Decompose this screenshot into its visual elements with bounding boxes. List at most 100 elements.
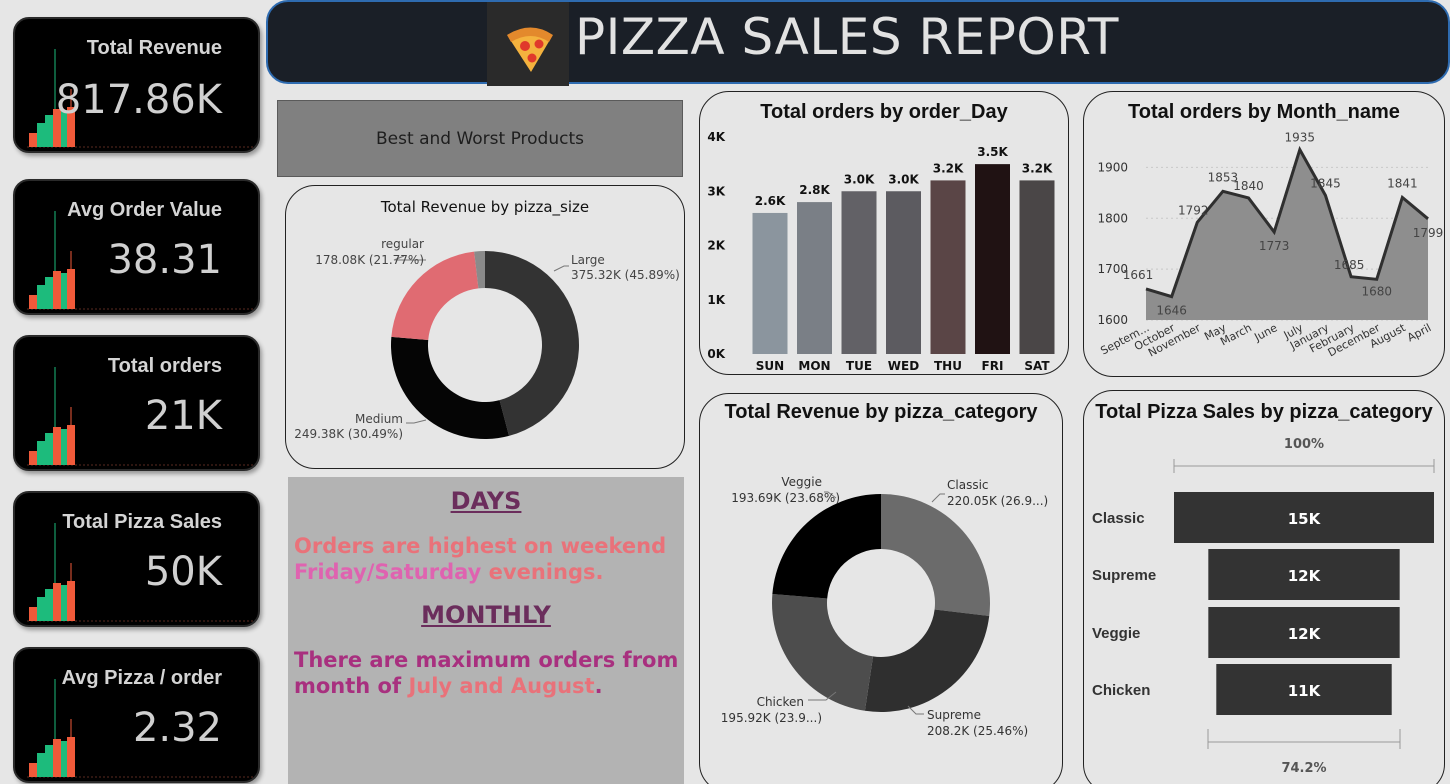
point-data-label: 1840 [1233,179,1264,193]
sparkline-candle [29,763,37,777]
report-header: PIZZA SALES REPORT [266,0,1450,86]
donut-slice[interactable] [772,593,874,711]
sparkline-candle [29,451,37,465]
bar[interactable] [975,164,1010,354]
days-insight-text: Orders are highest on weekend Friday/Sat… [294,533,680,585]
best-worst-products-button[interactable]: Best and Worst Products [277,100,683,177]
funnel-bottom-label: 74.2% [1281,761,1326,776]
monthly-insight-text: There are maximum orders from month of J… [294,647,680,699]
donut-slice[interactable] [772,494,881,599]
kpi-card-total-revenue[interactable]: Total Revenue 817.86K [13,17,260,153]
orders-by-day-panel: Total orders by order_Day 0K 1K 2K 3K 4K 2.6K… [699,91,1069,375]
monthly-heading: MONTHLY [421,601,551,629]
donut-slice[interactable] [391,336,510,439]
x-tick-label: THU [934,359,962,373]
bar-data-label: 3.2K [1022,161,1053,175]
sparkline-candle [45,589,53,621]
slice-name-label: Chicken [757,695,804,709]
x-tick-label: FRI [982,359,1004,373]
x-tick-label: WED [888,359,919,373]
y-tick-label: 0K [707,347,725,361]
slice-value-label: 220.05K (26.9...) [947,494,1048,508]
sparkline-candle [67,581,75,621]
slice-value-label: 193.69K (23.68%) [731,491,840,505]
orders-by-day-bar-chart: 0K 1K 2K 3K 4K 2.6K SUN 2.8K MON 3.0K TUE 3.0K WED 3.… [707,130,1055,373]
bar[interactable] [930,180,966,354]
funnel-bar-label: 15K [1288,510,1322,528]
sparkline-candle [61,585,67,621]
donut-slice[interactable] [864,609,990,712]
kpi-card-avg-order-value[interactable]: Avg Order Value 38.31 [13,179,260,315]
bar[interactable] [886,191,921,354]
pizza-sales-by-category-panel: Total Pizza Sales by pizza_category 100%… [1083,390,1445,784]
bar-data-label: 2.8K [799,183,830,197]
pizza-icon [487,2,569,86]
slice-name-label: Classic [947,478,989,492]
sparkline-candle [45,277,53,309]
sparkline-candle [29,295,37,309]
kpi-card-total-orders[interactable]: Total orders 21K [13,335,260,471]
x-tick-label: TUE [846,359,872,373]
bar[interactable] [841,191,877,354]
sparkline-candle [53,583,61,621]
leader-line [931,493,945,503]
point-data-label: 1646 [1156,304,1187,318]
point-data-label: 1792 [1178,203,1209,217]
funnel-bar-label: 11K [1288,682,1322,700]
bar[interactable] [797,202,832,354]
sparkline-candle [61,273,67,309]
funnel-category-label: Classic [1092,510,1145,527]
point-data-label: 1841 [1387,176,1418,190]
sparkline-candle [37,123,45,147]
x-tick-label: June [1251,321,1279,344]
slice-name-label: regular [381,237,424,251]
x-tick-label: SAT [1024,359,1050,373]
kpi-value: 817.86K [55,77,222,123]
leader-line [406,419,427,424]
bar-data-label: 3.0K [888,172,919,186]
funnel-category-label: Veggie [1092,625,1140,642]
donut-slice[interactable] [881,494,990,617]
y-tick-label: 4K [707,130,725,144]
revenue-by-category-donut: Classic 220.05K (26.9...) Supreme 208.2K (2… [721,475,1048,738]
sparkline-candle [61,429,67,465]
slice-value-label: 208.2K (25.46%) [927,724,1028,738]
y-tick-label: 1900 [1097,160,1128,174]
kpi-value: 2.32 [132,705,222,751]
funnel-bottom-bracket [1207,729,1401,749]
days-highlight: Friday/Saturday [294,560,482,584]
point-data-label: 1773 [1259,239,1290,253]
bar-data-label: 3.0K [844,172,875,186]
days-text-1: Orders are highest on weekend [294,534,667,558]
funnel-top-bracket [1173,459,1435,473]
orders-by-month-area-chart: 1600170018001900166116461792185318401773… [1097,131,1443,360]
revenue-by-category-panel: Total Revenue by pizza_category Classic 2… [699,393,1063,784]
sparkline-candle [53,739,61,777]
pizza-size-chart-panel: Total Revenue by pizza_size Large 375.32K… [285,185,685,469]
sparkline-candle [37,597,45,621]
bar-data-label: 3.2K [933,161,964,175]
sparkline-candle [67,737,75,777]
bar-data-label: 2.6K [755,194,786,208]
days-heading: DAYS [450,487,522,515]
slice-value-label: 178.08K (21.77%) [315,253,424,267]
kpi-card-total-pizza-sales[interactable]: Total Pizza Sales 50K [13,491,260,627]
bar[interactable] [1019,180,1055,354]
y-tick-label: 1600 [1097,313,1128,327]
sparkline-candle [37,285,45,309]
bar[interactable] [752,212,788,354]
kpi-label: Total orders [107,355,222,377]
kpi-card-avg-pizza-per-order[interactable]: Avg Pizza / order 2.32 [13,647,260,783]
point-data-label: 1845 [1310,176,1341,190]
sparkline-candle [37,441,45,465]
bar-data-label: 3.5K [977,145,1008,159]
point-data-label: 1685 [1334,258,1365,272]
slice-value-label: 249.38K (30.49%) [294,427,403,441]
monthly-text-2: . [594,674,603,698]
kpi-label: Total Revenue [86,37,222,59]
sparkline-candle [67,425,75,465]
funnel-category-label: Supreme [1092,567,1156,584]
slice-value-label: 375.32K (45.89%) [571,268,680,282]
sparkline-candle [45,745,53,777]
kpi-label: Total Pizza Sales [62,511,222,533]
